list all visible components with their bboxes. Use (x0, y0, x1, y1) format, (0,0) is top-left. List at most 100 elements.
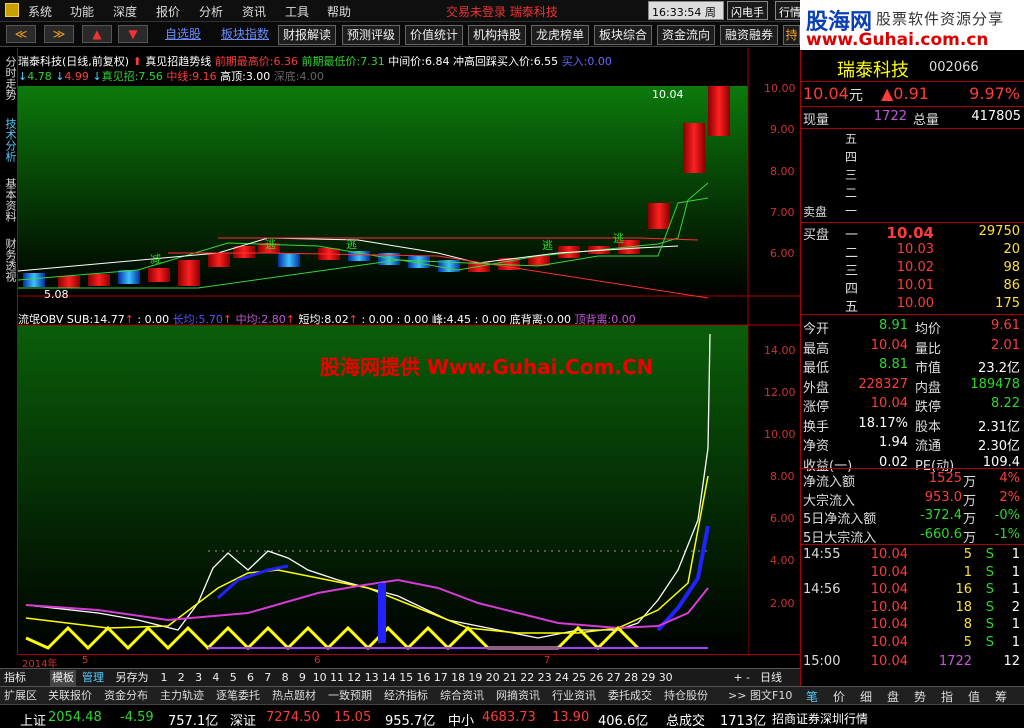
period-num-tab[interactable]: 14 (381, 670, 397, 686)
menu-system[interactable]: 系统 (28, 3, 52, 20)
period-num-tab[interactable]: 16 (416, 670, 432, 686)
value-stats-button[interactable]: 价值统计 (405, 25, 463, 45)
sell-level: 四 (845, 150, 858, 164)
flash-trade-button[interactable]: 闪电手 (727, 1, 768, 20)
menu-quote[interactable]: 报价 (156, 3, 180, 20)
quote-tab[interactable]: 盘 (887, 688, 899, 705)
func-web-news[interactable]: 网摘资讯 (496, 688, 540, 704)
sub-axis-tick: 6.00 (770, 512, 795, 525)
holding-button[interactable]: 持 (783, 25, 800, 45)
period-num-tab[interactable]: 27 (606, 670, 622, 686)
func-consensus[interactable]: 一致预期 (328, 688, 372, 704)
indicator-tab[interactable]: 指标 (2, 670, 28, 686)
tab-finance[interactable]: 财务透视 (2, 238, 17, 282)
period-num-tab[interactable]: 22 (519, 670, 535, 686)
func-econ[interactable]: 经济指标 (384, 688, 428, 704)
func-more[interactable]: >> (728, 688, 746, 704)
dragon-tiger-button[interactable]: 龙虎榜单 (531, 25, 589, 45)
template-tab[interactable]: 模板 (50, 670, 76, 686)
period-num-tab[interactable]: 25 (571, 670, 587, 686)
sector-combo-button[interactable]: 板块综合 (594, 25, 652, 45)
menu-help[interactable]: 帮助 (327, 3, 351, 20)
menu-function[interactable]: 功能 (70, 3, 94, 20)
stat-label: 换手 (803, 419, 830, 435)
period-num-tab[interactable]: 23 (537, 670, 553, 686)
period-num-tab[interactable]: 28 (623, 670, 639, 686)
tab-intraday[interactable]: 分时走势 (2, 56, 17, 100)
top-div-value: 0.00 (611, 313, 636, 326)
flow-pct: 2% (999, 489, 1020, 505)
quote-tab[interactable]: 笔 (806, 688, 818, 705)
quote-tab[interactable]: 指 (941, 688, 953, 705)
func-f10[interactable]: 图文F10 (750, 688, 792, 704)
period-num-tab[interactable]: 9 (294, 670, 310, 686)
func-expand[interactable]: 扩展区 (4, 688, 37, 704)
watchlist-link[interactable]: 自选股 (160, 25, 206, 45)
quote-tab[interactable]: 细 (860, 688, 872, 705)
period-num-tab[interactable]: 30 (658, 670, 674, 686)
zoom-out-button[interactable]: - (743, 670, 753, 686)
func-order[interactable]: 逐笔委托 (216, 688, 260, 704)
fund-flow-button[interactable]: 资金流向 (657, 25, 715, 45)
period-num-tab[interactable]: 10 (312, 670, 328, 686)
period-num-tab[interactable]: 24 (554, 670, 570, 686)
period-num-tab[interactable]: 11 (329, 670, 345, 686)
period-num-tab[interactable]: 2 (173, 670, 189, 686)
app-logo-icon[interactable] (5, 3, 19, 17)
func-news[interactable]: 综合资讯 (440, 688, 484, 704)
total-vol-label: 总量 (913, 113, 940, 128)
tab-technical[interactable]: 技术分析 (2, 118, 17, 162)
institution-button[interactable]: 机构持股 (468, 25, 526, 45)
menu-tools[interactable]: 工具 (285, 3, 309, 20)
period-num-tab[interactable]: 8 (277, 670, 293, 686)
func-main-track[interactable]: 主力轨迹 (160, 688, 204, 704)
period-num-tab[interactable]: 13 (364, 670, 380, 686)
quote-tab[interactable]: 价 (833, 688, 845, 705)
zx-value: 4683.73 (482, 710, 536, 725)
period-num-tab[interactable]: 1 (156, 670, 172, 686)
sector-index-link[interactable]: 板块指数 (216, 25, 274, 45)
up-button[interactable]: ▲ (82, 25, 112, 43)
report-button[interactable]: 财报解读 (278, 25, 336, 45)
daily-tab[interactable]: 日线 (756, 670, 786, 686)
zoom-in-button[interactable]: + (733, 670, 743, 686)
period-num-tab[interactable]: 29 (640, 670, 656, 686)
prev-page-button[interactable]: ≪ (6, 25, 36, 43)
menu-analysis[interactable]: 分析 (199, 3, 223, 20)
period-num-tab[interactable]: 6 (243, 670, 259, 686)
menu-news[interactable]: 资讯 (242, 3, 266, 20)
stock-code: 002066 (929, 60, 979, 75)
save-as-tab[interactable]: 另存为 (112, 670, 152, 686)
func-related[interactable]: 关联报价 (48, 688, 92, 704)
period-num-tab[interactable]: 12 (346, 670, 362, 686)
period-num-tab[interactable]: 15 (398, 670, 414, 686)
margin-button[interactable]: 融资融券 (720, 25, 778, 45)
stat-label: 最低 (803, 361, 830, 376)
period-num-tab[interactable]: 21 (502, 670, 518, 686)
func-fund-dist[interactable]: 资金分布 (104, 688, 148, 704)
period-num-tab[interactable]: 20 (485, 670, 501, 686)
period-num-tab[interactable]: 19 (467, 670, 483, 686)
next-page-button[interactable]: ≫ (44, 25, 74, 43)
func-holdings[interactable]: 持仓股份 (664, 688, 708, 704)
func-hot[interactable]: 热点题材 (272, 688, 316, 704)
period-num-tab[interactable]: 3 (191, 670, 207, 686)
quote-tab[interactable]: 筹 (995, 688, 1007, 705)
func-trades[interactable]: 委托成交 (608, 688, 652, 704)
down-button[interactable]: ▼ (118, 25, 148, 43)
chart-area[interactable]: 瑞泰科技(日线,前复权) ⬆ 真见招趋势线 前期最高价:6.36 前期最低价:7… (18, 48, 800, 654)
period-num-tab[interactable]: 4 (208, 670, 224, 686)
period-num-tab[interactable]: 17 (433, 670, 449, 686)
forecast-button[interactable]: 预测评级 (342, 25, 400, 45)
period-num-tab[interactable]: 26 (589, 670, 605, 686)
period-num-tab[interactable]: 5 (225, 670, 241, 686)
quote-tab[interactable]: 势 (914, 688, 926, 705)
quote-tab[interactable]: 值 (968, 688, 980, 705)
period-num-tab[interactable]: 7 (260, 670, 276, 686)
func-industry[interactable]: 行业资讯 (552, 688, 596, 704)
menu-depth[interactable]: 深度 (113, 3, 137, 20)
manage-tab[interactable]: 管理 (80, 670, 106, 686)
tab-profile[interactable]: 基本资料 (2, 178, 17, 222)
period-num-tab[interactable]: 18 (450, 670, 466, 686)
flow-unit: 万 (963, 512, 977, 527)
